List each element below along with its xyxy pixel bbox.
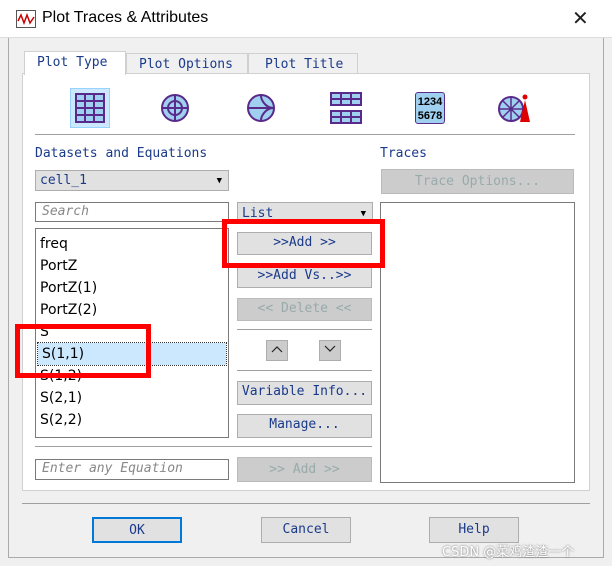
ok-button[interactable]: OK bbox=[92, 517, 182, 543]
datasets-label: Datasets and Equations bbox=[35, 146, 208, 161]
watermark: CSDN @菜鸡渣渣一个 bbox=[442, 545, 575, 560]
app-icon bbox=[16, 10, 36, 28]
tab-plot-type[interactable]: Plot Type bbox=[24, 51, 126, 75]
list-item[interactable]: PortZ bbox=[36, 255, 228, 277]
list-item[interactable]: S(2,2) bbox=[36, 409, 228, 431]
list-item[interactable]: PortZ(2) bbox=[36, 299, 228, 321]
equation-input[interactable]: Enter any Equation bbox=[35, 459, 229, 480]
divider bbox=[22, 503, 590, 504]
list-item[interactable]: S(2,1) bbox=[36, 387, 228, 409]
manage-button[interactable]: Manage... bbox=[237, 414, 372, 438]
add-vs-button[interactable]: >>Add Vs..>> bbox=[237, 265, 372, 288]
chevron-up-icon bbox=[271, 346, 283, 353]
stacked-rectangular-icon[interactable] bbox=[326, 88, 366, 128]
close-icon[interactable]: ✕ bbox=[572, 6, 589, 30]
traces-list[interactable] bbox=[380, 202, 575, 483]
chevron-down-icon bbox=[324, 345, 336, 352]
trace-options-button[interactable]: Trace Options... bbox=[381, 169, 574, 194]
polar-plot-icon[interactable] bbox=[155, 88, 195, 128]
list-item[interactable]: freq bbox=[36, 233, 228, 255]
divider bbox=[35, 134, 575, 135]
list-item[interactable]: PortZ(1) bbox=[36, 277, 228, 299]
delete-button[interactable]: << Delete << bbox=[237, 298, 372, 321]
tab-plot-options[interactable]: Plot Options bbox=[126, 53, 248, 74]
cancel-button[interactable]: Cancel bbox=[261, 517, 351, 543]
dataset-select[interactable]: cell_1 ▼ bbox=[35, 170, 229, 191]
traces-label: Traces bbox=[380, 146, 427, 161]
equation-add-button[interactable]: >> Add >> bbox=[237, 457, 372, 482]
tab-plot-title[interactable]: Plot Title bbox=[248, 53, 358, 74]
chevron-down-icon: ▼ bbox=[216, 176, 222, 186]
divider bbox=[237, 329, 372, 330]
divider bbox=[237, 370, 372, 371]
highlight-box-add bbox=[222, 219, 385, 268]
rectangular-plot-icon[interactable] bbox=[70, 88, 110, 128]
highlight-box-selected-item bbox=[15, 324, 151, 378]
divider bbox=[35, 446, 372, 447]
dataset-value: cell_1 bbox=[40, 173, 87, 188]
smith-chart-icon[interactable] bbox=[241, 88, 281, 128]
move-up-button[interactable] bbox=[266, 340, 288, 361]
data-list-text-2: 5678 bbox=[417, 110, 443, 122]
window-title: Plot Traces & Attributes bbox=[42, 9, 209, 26]
search-input[interactable]: Search bbox=[35, 202, 229, 222]
variable-info-button[interactable]: Variable Info... bbox=[237, 381, 372, 405]
data-list-icon[interactable]: 1234 5678 bbox=[410, 88, 450, 128]
help-button[interactable]: Help bbox=[429, 517, 519, 543]
move-down-button[interactable] bbox=[319, 340, 341, 361]
antenna-plot-icon[interactable] bbox=[494, 88, 534, 128]
data-list-text-1: 1234 bbox=[417, 96, 443, 108]
